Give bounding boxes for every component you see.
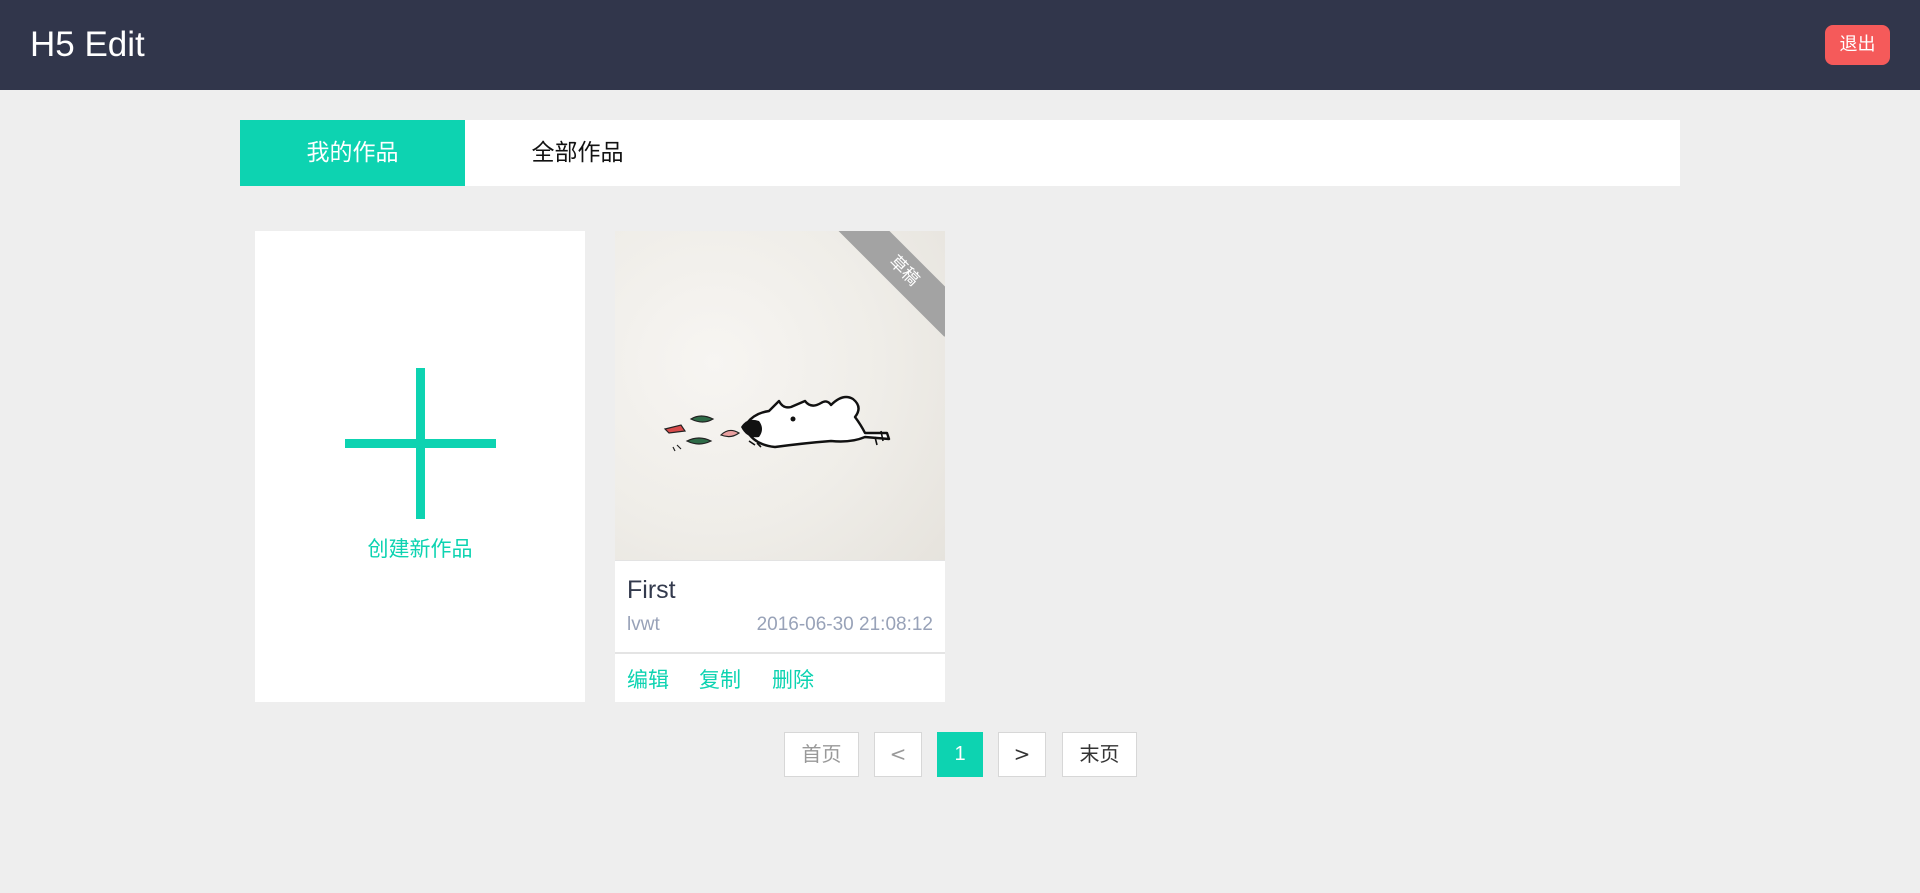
- edit-work-button[interactable]: 编辑: [627, 664, 669, 694]
- cartoon-bear-illustration: [663, 395, 891, 452]
- copy-work-button[interactable]: 复制: [699, 664, 741, 694]
- delete-work-button[interactable]: 删除: [772, 664, 814, 694]
- work-cover-image[interactable]: 草稿: [615, 231, 945, 561]
- pagination-prev-button[interactable]: <: [874, 732, 922, 777]
- pagination-current-page[interactable]: 1: [937, 732, 983, 777]
- top-navbar: H5 Edit 退出: [0, 0, 1920, 90]
- tab-all-works[interactable]: 全部作品: [465, 120, 690, 186]
- plus-icon-horizontal: [345, 439, 496, 448]
- tab-my-works[interactable]: 我的作品: [240, 120, 465, 186]
- works-tabbar: 我的作品 全部作品: [240, 120, 1680, 186]
- pagination-first-button[interactable]: 首页: [784, 732, 859, 777]
- work-author: lvwt: [627, 614, 660, 635]
- card-divider: [615, 652, 945, 654]
- pagination-last-button[interactable]: 末页: [1062, 732, 1137, 777]
- create-new-work-label: 创建新作品: [367, 537, 473, 561]
- pagination-next-button[interactable]: >: [998, 732, 1046, 777]
- app-title: H5 Edit: [30, 25, 145, 64]
- work-card: 草稿 First lvwt 2016-06-30 21:08:12 编辑 复制 …: [615, 231, 945, 702]
- work-date: 2016-06-30 21:08:12: [756, 614, 933, 635]
- logout-button[interactable]: 退出: [1825, 25, 1890, 65]
- draft-status-badge: 草稿: [838, 231, 945, 337]
- work-title: First: [627, 576, 676, 604]
- create-new-work-card[interactable]: 创建新作品: [255, 231, 585, 702]
